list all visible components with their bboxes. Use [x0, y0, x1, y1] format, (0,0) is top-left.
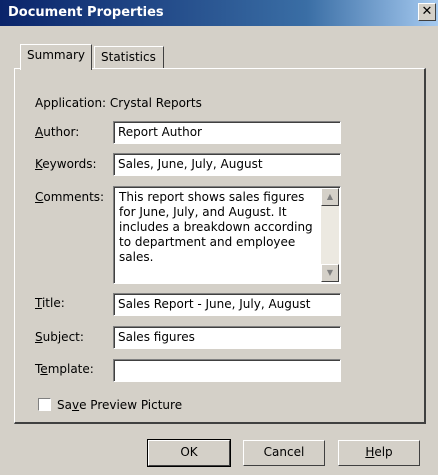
tab-summary[interactable]: Summary	[20, 44, 92, 70]
close-icon[interactable]: ✕	[418, 3, 436, 21]
ok-button[interactable]: OK	[147, 439, 231, 467]
window-title: Document Properties	[8, 5, 164, 20]
tab-summary-label: Summary	[27, 48, 85, 62]
summary-panel	[14, 68, 426, 424]
cancel-button[interactable]: Cancel	[243, 440, 325, 466]
title-bar: Document Properties ✕	[0, 0, 438, 26]
tab-statistics[interactable]: Statistics	[94, 46, 164, 68]
tab-statistics-label: Statistics	[101, 50, 156, 64]
help-button[interactable]: Help	[338, 440, 420, 466]
